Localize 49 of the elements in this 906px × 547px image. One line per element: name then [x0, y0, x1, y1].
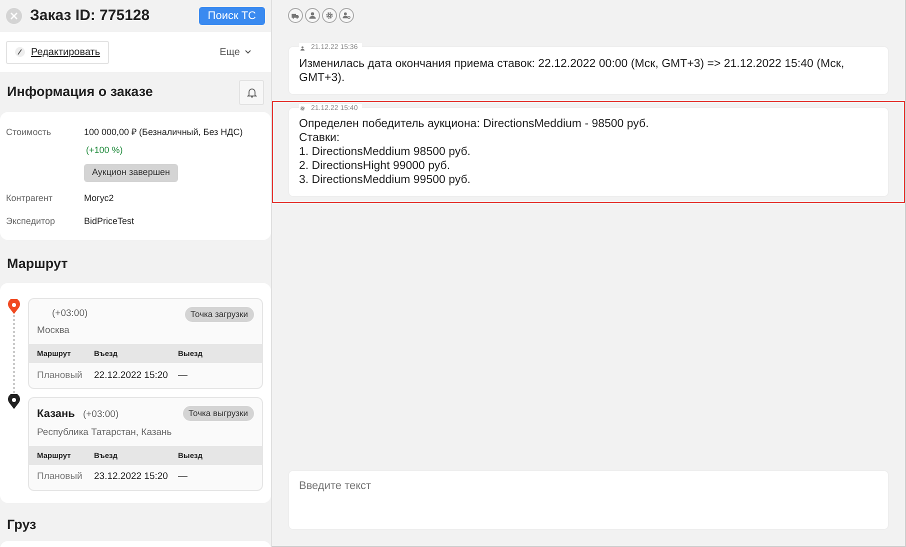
address: Москва: [37, 324, 70, 338]
message-input[interactable]: Введите текст: [288, 470, 889, 530]
bell-icon: [246, 86, 256, 98]
section-title: Информация о заказе: [7, 82, 153, 101]
order-title: Заказ ID: 775128: [30, 6, 151, 26]
message-text: 1. DirectionsMeddium 98500 руб.: [299, 145, 472, 159]
table-cell-text: —: [178, 470, 188, 484]
table-cell-text: Плановый: [37, 368, 84, 383]
table-cell-text: Плановый: [37, 470, 84, 484]
table-cell-text: 22.12.2022 15:20: [94, 368, 169, 383]
field-label: Контрагент: [6, 192, 54, 205]
city-name: Казань: [37, 407, 75, 422]
field-label: Стоимость: [6, 126, 52, 139]
timezone: (+03:00): [82, 408, 119, 422]
message-text: Ставки:: [299, 131, 341, 145]
section-title: Груз: [6, 516, 38, 534]
pencil-icon: [15, 47, 25, 57]
status-badge: Аукцион завершен: [84, 164, 178, 182]
field-value: Могус2: [84, 192, 114, 205]
filter-button[interactable]: [305, 8, 320, 23]
filter-button[interactable]: [339, 8, 354, 23]
chevron-down-icon: [245, 50, 251, 54]
stop-type-badge: Точка загрузки: [184, 306, 254, 322]
message-text: 3. DirectionsMeddium 99500 руб.: [299, 173, 472, 187]
close-icon: [10, 12, 18, 20]
person-gear-icon: [341, 10, 352, 21]
gear-icon: [324, 10, 335, 21]
table-cell-text: —: [178, 368, 188, 383]
filter-button[interactable]: [322, 8, 337, 23]
field-value: BidPriceTest: [84, 215, 134, 228]
stop-type-badge: Точка выгрузки: [182, 406, 254, 421]
map-pin-icon: [7, 394, 21, 409]
notification-button[interactable]: [239, 80, 264, 104]
section-title: Маршрут: [6, 254, 69, 273]
filter-button[interactable]: [288, 8, 303, 23]
map-pin-icon: [7, 298, 21, 314]
table-cell-text: 23.12.2022 15:20: [94, 470, 169, 484]
more-dropdown[interactable]: Еще: [220, 44, 265, 60]
field-label: Экспедитор: [6, 215, 56, 228]
message-text: Определен победитель аукциона: DirectionsMeddium - 98500 руб.: [299, 117, 650, 131]
person-icon: [307, 10, 318, 21]
address: Республика Татарстан, Казань: [37, 426, 172, 440]
timezone: (+03:00): [51, 306, 88, 321]
price-change: (+100 %): [85, 144, 123, 157]
field-value: 100 000,00 ₽ (Безналичный, Без НДС): [84, 126, 243, 139]
person-icon: [299, 44, 306, 52]
message-text: 2. DirectionsHight 99000 руб.: [299, 159, 452, 173]
message-text: Изменилась дата окончания приема ставок: 22.12.2022 00:00 (Мск, GMT+3) => 21.12.2022 15:40 (Мск, GMT+3).: [299, 56, 846, 84]
edit-button[interactable]: Редактировать: [6, 40, 110, 64]
